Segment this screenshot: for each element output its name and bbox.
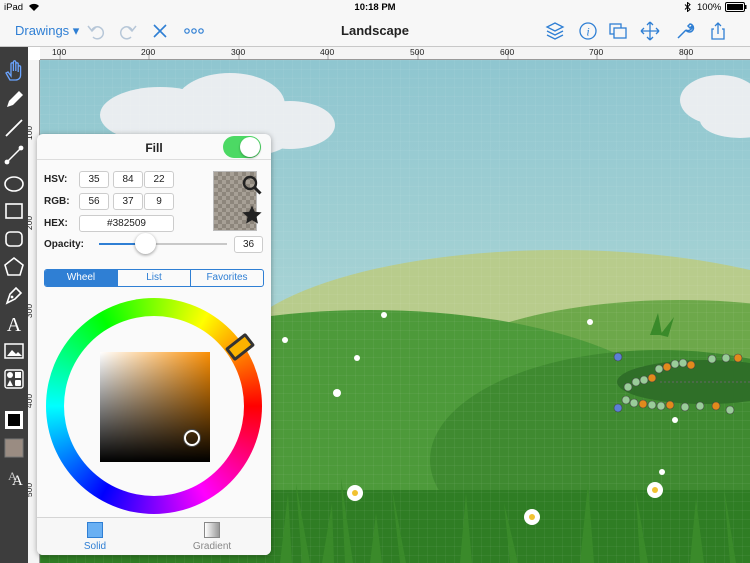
drawing-title: Landscape [341, 23, 409, 38]
ruler-label: 300 [231, 47, 246, 57]
rgb-b-field[interactable]: 9 [144, 193, 174, 210]
svg-text:i: i [586, 25, 589, 39]
ruler-label: 600 [500, 47, 515, 57]
fill-toggle[interactable] [223, 136, 261, 158]
rgb-r-field[interactable]: 56 [79, 193, 109, 210]
toggle-knob [240, 137, 260, 157]
battery-icon [725, 2, 747, 12]
battery-label: 100% [697, 2, 722, 13]
ruler-label: 200 [141, 47, 156, 57]
segment-favorites[interactable]: Favorites [191, 270, 263, 286]
hsv-s-field[interactable]: 84 [113, 171, 143, 188]
share-icon[interactable] [708, 21, 728, 41]
hex-label: HEX: [44, 218, 68, 229]
nav-bar: Drawings ▾ Landscape i [0, 14, 750, 47]
saturation-brightness-square[interactable] [100, 352, 210, 462]
rounded-rect-icon[interactable] [3, 228, 25, 250]
opacity-slider-knob[interactable] [135, 233, 157, 254]
info-icon[interactable]: i [578, 21, 598, 41]
opacity-field[interactable]: 36 [234, 236, 263, 253]
connector-icon[interactable] [3, 144, 25, 166]
stroke-color-icon[interactable] [3, 409, 25, 431]
status-bar: iPad 10:18 PM 100% [0, 0, 750, 14]
polygon-icon[interactable] [3, 256, 25, 278]
rgb-g-field[interactable]: 37 [113, 193, 143, 210]
text-icon[interactable]: A [3, 312, 25, 334]
move-icon[interactable] [640, 21, 660, 41]
ruler-label: 400 [320, 47, 335, 57]
top-ruler: 100 200 300 400 500 600 700 800 [40, 47, 750, 60]
bluetooth-icon [684, 2, 691, 12]
opacity-slider[interactable] [99, 233, 227, 254]
line-icon[interactable] [3, 117, 25, 139]
tab-solid[interactable]: Solid [55, 522, 135, 552]
text-style-icon[interactable]: AA [3, 465, 25, 487]
svg-text:A: A [7, 314, 22, 334]
segment-list[interactable]: List [118, 270, 191, 286]
tab-solid-label: Solid [83, 541, 107, 552]
wrench-icon[interactable] [675, 21, 695, 41]
rectangle-icon[interactable] [3, 200, 25, 222]
color-mode-segmented-control: Wheel List Favorites [44, 269, 264, 287]
ruler-label: 700 [589, 47, 604, 57]
pencil-icon[interactable] [3, 89, 25, 111]
segment-wheel[interactable]: Wheel [45, 270, 118, 286]
fill-type-tabs: Solid Gradient [37, 517, 271, 555]
image-icon[interactable] [3, 340, 25, 362]
layers-icon[interactable] [545, 21, 565, 41]
tool-bar: A AA [0, 47, 28, 563]
shapes-library-icon[interactable] [3, 368, 25, 390]
arrange-icon[interactable] [608, 21, 628, 41]
tab-gradient-label: Gradient [192, 541, 232, 552]
ellipse-icon[interactable] [3, 173, 25, 195]
search-icon[interactable] [241, 174, 263, 196]
ruler-label: 500 [410, 47, 425, 57]
fill-inspector-panel: Fill HSV: 35 84 22 RGB: 56 37 9 HEX: #38… [37, 134, 271, 555]
gradient-fill-icon [204, 522, 220, 538]
opacity-label: Opacity: [44, 239, 85, 250]
hsv-label: HSV: [44, 174, 68, 185]
svg-text:A: A [12, 473, 23, 487]
hsv-h-field[interactable]: 35 [79, 171, 109, 188]
hand-icon[interactable] [3, 60, 25, 82]
sv-selection-marker[interactable] [184, 429, 201, 446]
hsv-v-field[interactable]: 22 [144, 171, 174, 188]
hue-color-wheel[interactable] [46, 298, 262, 514]
time-label: 10:18 PM [354, 2, 396, 13]
ruler-label: 800 [679, 47, 694, 57]
favorite-star-icon[interactable] [241, 204, 263, 226]
solid-fill-icon [87, 522, 103, 538]
pen-icon[interactable] [3, 284, 25, 306]
hex-field[interactable]: #382509 [79, 215, 174, 232]
fill-panel-header: Fill [37, 134, 271, 160]
ruler-label: 100 [52, 47, 67, 57]
fill-color-icon[interactable] [3, 437, 25, 459]
rgb-label: RGB: [44, 196, 70, 207]
tab-gradient[interactable]: Gradient [172, 522, 252, 552]
